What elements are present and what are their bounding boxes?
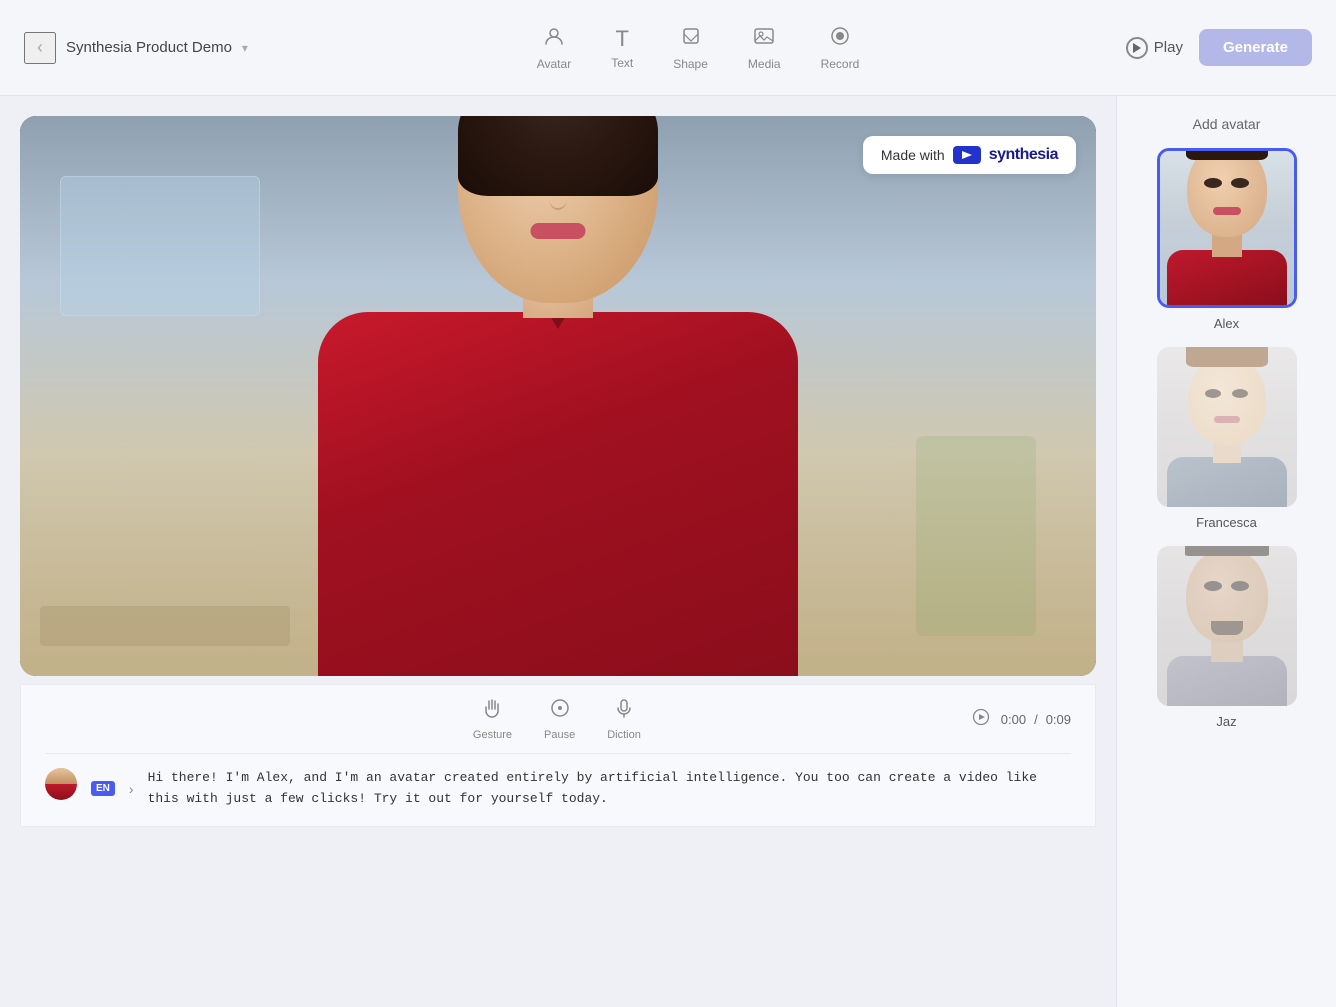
controls-row: Gesture Pause (45, 697, 1071, 753)
gesture-control[interactable]: Gesture (473, 697, 512, 741)
avatar-francesca-bg (1157, 347, 1297, 507)
jaz-eye-l (1204, 581, 1222, 591)
avatar-tool-label: Avatar (537, 57, 571, 71)
controls-right: 0:00 / 0:09 (969, 707, 1071, 731)
language-badge: EN (91, 781, 115, 796)
right-sidebar: Add avatar Al (1116, 96, 1336, 1007)
alex-lips (1213, 207, 1241, 215)
francesca-eye-l (1205, 389, 1221, 398)
window-left (60, 176, 260, 316)
pause-icon (549, 697, 571, 725)
alex-head (1187, 151, 1267, 237)
watermark-made-with: Made with (881, 147, 945, 163)
play-button[interactable]: Play (1126, 37, 1183, 59)
tool-media[interactable]: Media (748, 25, 781, 71)
francesca-lips (1214, 416, 1240, 423)
script-expand-arrow[interactable]: › (129, 781, 134, 797)
time-total: 0:09 (1046, 712, 1071, 727)
script-text[interactable]: Hi there! I'm Alex, and I'm an avatar cr… (148, 768, 1071, 810)
dropdown-icon[interactable]: ▾ (242, 41, 248, 55)
tool-record[interactable]: Record (821, 25, 860, 71)
toolbar-left: ‹ Synthesia Product Demo ▾ (24, 32, 284, 64)
record-tool-icon (829, 25, 851, 53)
avatar-card-img-francesca (1157, 347, 1297, 507)
jaz-body (1167, 656, 1287, 706)
tool-avatar[interactable]: Avatar (537, 25, 571, 71)
gesture-label: Gesture (473, 729, 512, 741)
avatar-card-img-jaz (1157, 546, 1297, 706)
jaz-head (1186, 548, 1268, 643)
francesca-body (1167, 457, 1287, 507)
avatar-card-alex[interactable]: Alex (1129, 148, 1324, 331)
alex-eye-l (1204, 178, 1222, 188)
pause-control[interactable]: Pause (544, 697, 575, 741)
video-preview: Made with synthesia (20, 116, 1096, 676)
text-tool-icon: T (615, 26, 628, 52)
shape-tool-icon (680, 25, 702, 53)
francesca-hair (1186, 347, 1268, 367)
avatar-name-alex: Alex (1214, 316, 1239, 331)
back-button[interactable]: ‹ (24, 32, 56, 64)
diction-control[interactable]: Diction (607, 697, 641, 741)
sidebar-title: Add avatar (1129, 116, 1324, 132)
controls-center: Gesture Pause (473, 697, 641, 741)
francesca-eye-r (1232, 389, 1248, 398)
text-tool-label: Text (611, 56, 633, 70)
toolbar: ‹ Synthesia Product Demo ▾ Avatar T Text (0, 0, 1336, 96)
watermark-badge: Made with synthesia (863, 136, 1076, 174)
avatar-hair (458, 116, 658, 196)
shape-tool-label: Shape (673, 57, 708, 71)
avatar-name-francesca: Francesca (1196, 515, 1257, 530)
back-icon: ‹ (37, 37, 43, 58)
avatar-tool-icon (543, 25, 565, 53)
jaz-hair (1185, 546, 1269, 556)
play-mini-button[interactable] (969, 707, 993, 731)
alex-body (1167, 250, 1287, 305)
pause-label: Pause (544, 729, 575, 741)
avatar-card-jaz[interactable]: Jaz (1129, 546, 1324, 729)
gesture-icon (481, 697, 503, 725)
tool-text[interactable]: T Text (611, 26, 633, 70)
script-avatar-thumbnail (45, 768, 77, 800)
avatar-clothing (318, 312, 798, 676)
time-current: 0:00 (1001, 712, 1026, 727)
avatar-card-img-alex (1157, 148, 1297, 308)
toolbar-right: Play Generate (1112, 29, 1312, 66)
project-name[interactable]: Synthesia Product Demo (66, 39, 232, 56)
center-panel: Made with synthesia (0, 96, 1116, 1007)
media-tool-icon (753, 25, 775, 53)
avatar-alex-bg (1160, 151, 1294, 305)
tool-shape[interactable]: Shape (673, 25, 708, 71)
play-icon (1126, 37, 1148, 59)
avatar-card-francesca[interactable]: Francesca (1129, 347, 1324, 530)
synthesia-brand-name: synthesia (989, 146, 1058, 164)
jaz-beard (1211, 621, 1243, 635)
play-label: Play (1154, 39, 1183, 56)
synthesia-logo-icon (953, 146, 981, 164)
alex-eye-r (1231, 178, 1249, 188)
avatar-name-jaz: Jaz (1216, 714, 1236, 729)
plant-right (916, 436, 1036, 636)
script-row: EN › Hi there! I'm Alex, and I'm an avat… (45, 753, 1071, 826)
main-content: Made with synthesia (0, 96, 1336, 1007)
script-avatar-img (45, 768, 77, 800)
bottom-controls-panel: Gesture Pause (20, 684, 1096, 827)
avatar-lips (531, 223, 586, 239)
avatar-jaz-bg (1157, 546, 1297, 706)
record-tool-label: Record (821, 57, 860, 71)
alex-hair (1186, 151, 1268, 160)
toolbar-center: Avatar T Text Shape Media (284, 25, 1112, 71)
diction-label: Diction (607, 729, 641, 741)
time-separator: / (1034, 712, 1038, 727)
francesca-head (1188, 355, 1266, 445)
jaz-eye-r (1231, 581, 1249, 591)
generate-button[interactable]: Generate (1199, 29, 1312, 66)
furniture-left (40, 606, 290, 646)
media-tool-label: Media (748, 57, 781, 71)
diction-icon (613, 697, 635, 725)
